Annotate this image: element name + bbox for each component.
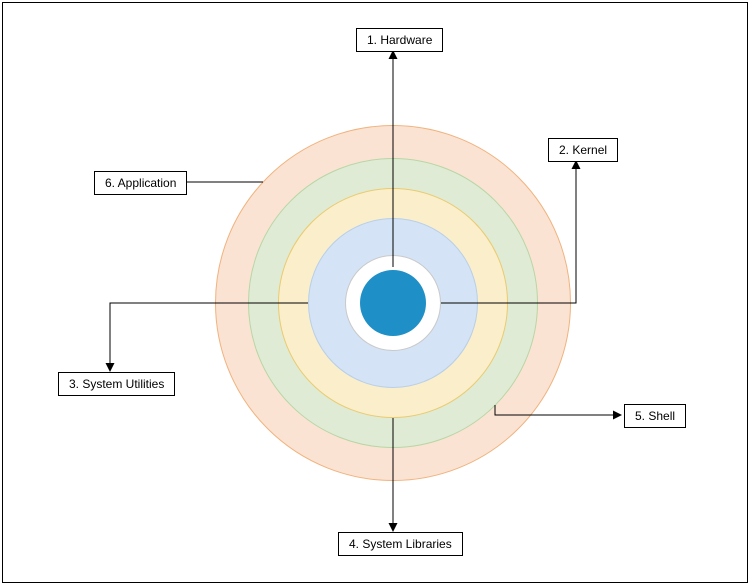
label-system-utilities: 3. System Utilities <box>58 372 175 396</box>
label-kernel: 2. Kernel <box>548 138 618 162</box>
label-hardware: 1. Hardware <box>356 28 443 52</box>
label-shell: 5. Shell <box>624 404 686 428</box>
hardware-core <box>360 270 426 336</box>
label-system-libraries: 4. System Libraries <box>338 532 463 556</box>
label-application: 6. Application <box>94 171 187 195</box>
